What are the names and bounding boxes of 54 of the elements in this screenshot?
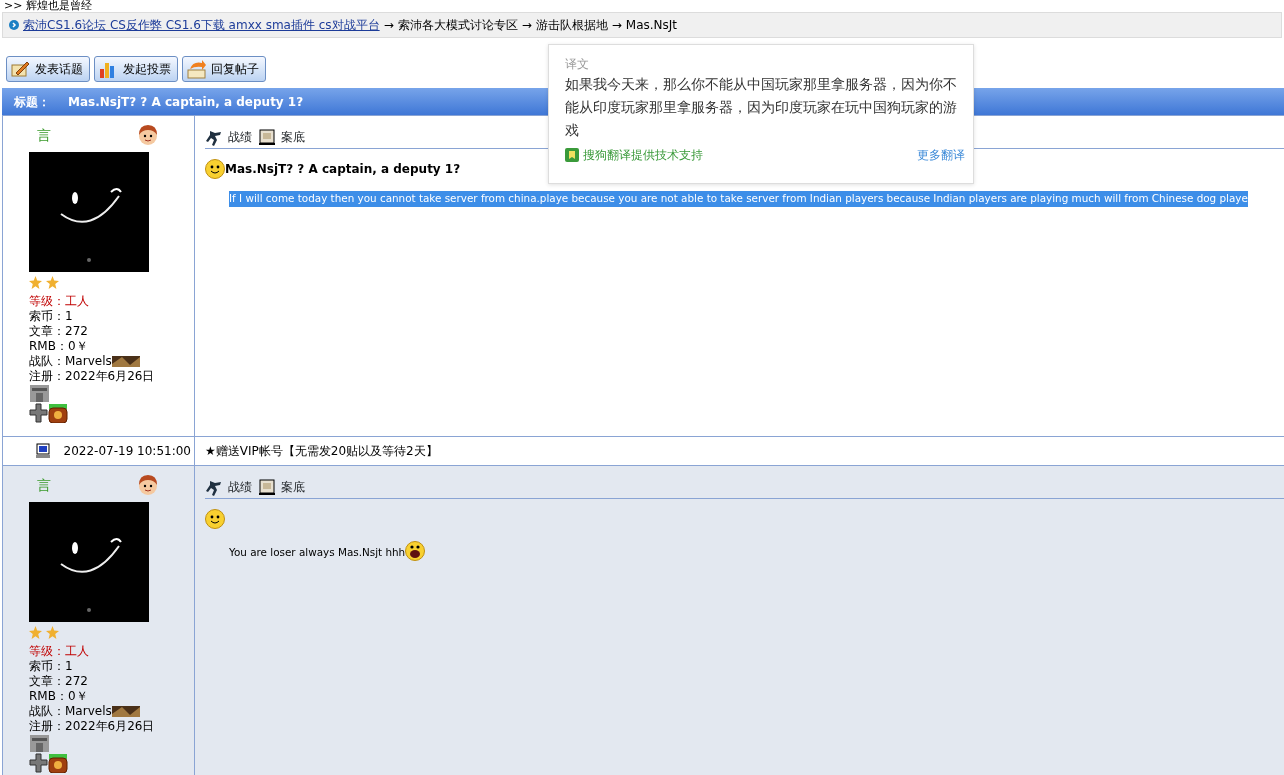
action-link[interactable]: 案底 <box>258 128 305 146</box>
user-stat: RMB：0￥ <box>29 339 88 354</box>
reply-arrow-icon <box>186 59 207 79</box>
smiley-icon <box>205 159 225 179</box>
user-stat: 战队：Marvels <box>29 354 112 369</box>
user-stat: 文章：272 <box>29 324 88 339</box>
breadcrumb-arrow: → <box>521 17 532 34</box>
user-name: 言 <box>37 125 51 145</box>
soldier-icon <box>205 128 224 146</box>
action-link[interactable]: 案底 <box>258 478 305 496</box>
toolbar-button[interactable]: 回复帖子 <box>182 56 266 82</box>
breadcrumb-item[interactable]: Mas.NsJt <box>625 16 678 34</box>
toolbar-button[interactable]: 发表话题 <box>6 56 90 82</box>
user-stat: 索币：1 <box>29 659 73 674</box>
breadcrumb-item[interactable]: 索沛各大模式讨论专区 <box>397 16 518 34</box>
user-stat: 战队：Marvels <box>29 704 112 719</box>
action-link[interactable]: 战绩 <box>205 478 252 496</box>
user-name: 言 <box>37 475 51 495</box>
computer-icon <box>35 443 51 459</box>
smiley-icon <box>205 509 225 529</box>
post-body: You are loser always Mas.Nsjt hhh <box>229 545 406 561</box>
thread-title: Mas.NsjT? ? A captain, a deputy 1? <box>68 93 304 111</box>
user-rank: 等级：工人 <box>29 644 90 659</box>
monitor-icon <box>258 478 277 496</box>
soldier-icon <box>205 478 224 496</box>
cross-medal-icon <box>29 403 48 423</box>
action-link[interactable]: 战绩 <box>205 128 252 146</box>
boy-face-icon <box>137 124 159 146</box>
monitor-icon <box>258 128 277 146</box>
toolbar-button[interactable]: 发起投票 <box>94 56 178 82</box>
breadcrumb-arrow: → <box>611 17 622 34</box>
boy-face-icon <box>137 474 159 496</box>
pencil-icon <box>10 59 31 79</box>
popup-heading: 译文 <box>565 56 590 73</box>
breadcrumb-arrow: → <box>383 17 394 34</box>
breadcrumb-item[interactable]: 游击队根据地 <box>535 16 608 34</box>
credit-text: 搜狗翻译提供技术支持 <box>583 147 703 164</box>
user-stat: 注册：2022年6月26日 <box>29 719 155 734</box>
user-stat: 索币：1 <box>29 309 73 324</box>
user-stat: 注册：2022年6月26日 <box>29 369 155 384</box>
user-stat: 文章：272 <box>29 674 88 689</box>
header-note: >> 辉煌也是曾经 <box>3 0 93 12</box>
user-rank: 等级：工人 <box>29 294 90 309</box>
more-translations-link[interactable]: 更多翻译 <box>917 146 965 164</box>
title-label: 标题： <box>14 93 50 111</box>
post-body: If I will come today then you cannot take server from china.playe because you are not able to take server from Indian players because Indian players are playing much will from Chinese dog playe <box>229 191 1248 207</box>
translated-text: 如果我今天来，那么你不能从中国玩家那里拿服务器，因为你不能从印度玩家那里拿服务器，因为印度玩家在玩中国狗玩家的游戏 <box>565 75 958 140</box>
breadcrumb-link[interactable]: 索沛CS1.6论坛 CS反作弊 CS1.6下载 amxx sma插件 cs对战平台 <box>23 16 380 34</box>
signature-text: ★赠送VIP帐号【无需发20贴以及等待2天】 <box>205 443 438 460</box>
bullet-icon <box>9 20 19 30</box>
user-stat: RMB：0￥ <box>29 689 88 704</box>
cross-medal-icon <box>29 753 48 773</box>
post-title: Mas.NsjT? ? A captain, a deputy 1? <box>225 161 461 178</box>
post-time: 2022-07-19 10:51:00 <box>63 443 191 460</box>
